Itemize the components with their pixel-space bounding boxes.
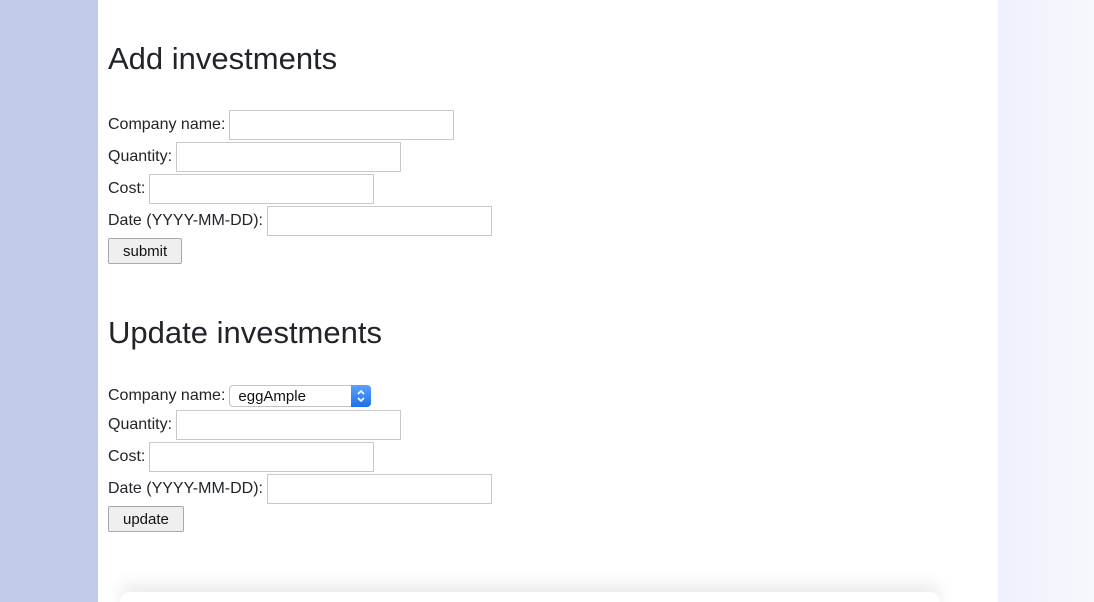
update-cost-input[interactable] [149, 442, 375, 472]
update-cost-row: Cost: [108, 441, 375, 473]
submit-button[interactable]: submit [108, 238, 183, 264]
add-cost-row: Cost: [108, 173, 375, 205]
add-company-label: Company name: [108, 116, 226, 133]
add-cost-input[interactable] [149, 174, 375, 204]
update-investments-title: Update investments [108, 315, 382, 350]
add-quantity-row: Quantity: [108, 141, 402, 173]
add-company-input[interactable] [229, 110, 455, 140]
add-quantity-input[interactable] [176, 142, 402, 172]
update-cost-label: Cost: [108, 448, 146, 465]
update-quantity-label: Quantity: [108, 416, 173, 433]
company-select[interactable]: eggAmple [229, 385, 372, 407]
update-button[interactable]: update [108, 506, 184, 532]
company-select-value: eggAmple [238, 387, 306, 405]
add-cost-label: Cost: [108, 180, 146, 197]
update-date-input[interactable] [266, 474, 492, 504]
add-date-row: Date (YYYY-MM-DD): [108, 205, 492, 237]
add-company-row: Company name: [108, 109, 455, 141]
update-quantity-row: Quantity: [108, 409, 402, 441]
add-quantity-label: Quantity: [108, 148, 173, 165]
add-investments-title: Add investments [108, 41, 338, 76]
update-quantity-input[interactable] [176, 410, 402, 440]
update-company-row: Company name: eggAmple [108, 380, 372, 412]
update-date-label: Date (YYYY-MM-DD): [108, 480, 263, 497]
update-company-label: Company name: [108, 387, 226, 404]
add-date-label: Date (YYYY-MM-DD): [108, 212, 263, 229]
update-date-row: Date (YYYY-MM-DD): [108, 473, 492, 505]
panel-shadow [120, 592, 940, 602]
chevron-up-down-icon [351, 385, 372, 407]
content-panel [98, 0, 998, 602]
add-date-input[interactable] [266, 206, 492, 236]
